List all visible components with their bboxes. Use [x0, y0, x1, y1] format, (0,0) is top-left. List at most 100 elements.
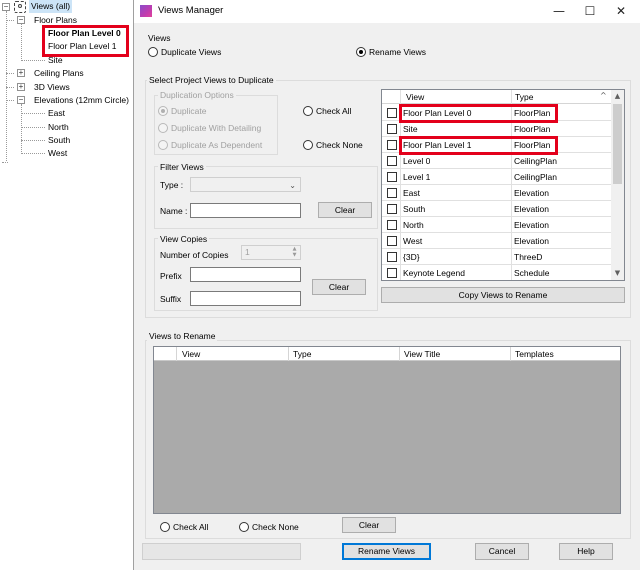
progress-bar: [142, 543, 301, 560]
tree-guide: [21, 104, 22, 154]
expand-icon[interactable]: +: [17, 83, 25, 91]
row-checkbox[interactable]: [387, 188, 397, 198]
type-dropdown[interactable]: ⌄: [190, 177, 301, 192]
table-row[interactable]: East Elevation: [382, 185, 611, 201]
rename-check-none-label[interactable]: Check None: [252, 522, 299, 532]
sort-ascending-icon: ^: [600, 91, 607, 100]
check-none-label[interactable]: Check None: [316, 140, 363, 150]
table-row[interactable]: North Elevation: [382, 217, 611, 233]
check-none-radio[interactable]: [303, 140, 313, 150]
rename-header-type[interactable]: Type: [293, 349, 311, 359]
rename-views-label[interactable]: Rename Views: [369, 47, 426, 57]
scroll-up-icon[interactable]: ▲: [611, 90, 624, 103]
collapse-icon[interactable]: −: [17, 16, 25, 24]
row-checkbox[interactable]: [387, 108, 397, 118]
suffix-label: Suffix: [160, 294, 182, 304]
copies-clear-button[interactable]: Clear: [312, 279, 366, 295]
tree-item-south[interactable]: South: [48, 134, 70, 147]
row-checkbox[interactable]: [387, 172, 397, 182]
tree-item-west[interactable]: West: [48, 147, 67, 160]
views-group-label: Views: [148, 33, 171, 43]
expand-icon[interactable]: +: [17, 69, 25, 77]
row-view: {3D}: [403, 252, 420, 262]
rename-views-radio[interactable]: [356, 47, 366, 57]
grid-scrollbar[interactable]: ▲ ▼: [611, 90, 624, 280]
grid-header: View Type ^: [382, 90, 611, 280]
row-checkbox[interactable]: [387, 236, 397, 246]
rename-clear-button[interactable]: Clear: [342, 517, 396, 533]
tree-3d-views[interactable]: 3D Views: [34, 81, 70, 94]
scroll-down-icon[interactable]: ▼: [611, 267, 624, 280]
rename-check-all-label[interactable]: Check All: [173, 522, 208, 532]
copy-views-to-rename-button[interactable]: Copy Views to Rename: [381, 287, 625, 303]
check-all-label[interactable]: Check All: [316, 106, 351, 116]
cancel-button[interactable]: Cancel: [475, 543, 529, 560]
rename-check-none-radio[interactable]: [239, 522, 249, 532]
row-checkbox[interactable]: [387, 252, 397, 262]
prefix-input[interactable]: [190, 267, 301, 282]
row-checkbox[interactable]: [387, 124, 397, 134]
rename-header-view-title[interactable]: View Title: [404, 349, 440, 359]
table-row[interactable]: {3D} ThreeD: [382, 249, 611, 265]
grid-header-type[interactable]: Type: [515, 92, 533, 102]
project-browser-tree: − Views (all) − Floor Plans Floor Plan L…: [0, 0, 134, 570]
duplicate-option-label[interactable]: Duplicate: [171, 106, 206, 116]
app-icon: [140, 5, 152, 17]
check-all-radio[interactable]: [303, 106, 313, 116]
row-type: Elevation: [514, 236, 549, 246]
row-checkbox[interactable]: [387, 268, 397, 278]
table-row[interactable]: Site FloorPlan: [382, 121, 611, 137]
collapse-icon[interactable]: −: [2, 3, 10, 11]
row-type: Elevation: [514, 188, 549, 198]
row-checkbox[interactable]: [387, 140, 397, 150]
tree-item-north[interactable]: North: [48, 121, 69, 134]
minimize-icon[interactable]: —: [544, 0, 574, 23]
row-checkbox[interactable]: [387, 204, 397, 214]
number-of-copies-label: Number of Copies: [160, 250, 229, 260]
duplicate-radio[interactable]: [158, 106, 168, 116]
number-of-copies-input[interactable]: 1 ▲ ▼: [241, 245, 301, 260]
tree-root-views-all[interactable]: Views (all): [29, 0, 73, 13]
table-row[interactable]: Level 0 CeilingPlan: [382, 153, 611, 169]
title-bar[interactable]: Views Manager — ☐ ✕: [134, 0, 640, 23]
row-checkbox[interactable]: [387, 220, 397, 230]
views-manager-dialog: Views Manager — ☐ ✕ Views Duplicate View…: [134, 0, 640, 570]
grid-header-view[interactable]: View: [406, 92, 424, 102]
duplicate-as-dependent-radio[interactable]: [158, 140, 168, 150]
table-row[interactable]: Keynote Legend Schedule: [382, 265, 611, 280]
type-label: Type :: [160, 180, 184, 190]
help-button[interactable]: Help: [559, 543, 613, 560]
tree-guide: [6, 100, 14, 101]
tree-item-east[interactable]: East: [48, 107, 65, 120]
row-checkbox[interactable]: [387, 156, 397, 166]
filter-clear-button[interactable]: Clear: [318, 202, 372, 218]
rename-header-view[interactable]: View: [182, 349, 200, 359]
name-input[interactable]: [190, 203, 301, 218]
duplicate-with-detailing-radio[interactable]: [158, 123, 168, 133]
highlight-box: [399, 136, 558, 155]
row-view: Level 1: [403, 172, 431, 182]
highlight-box: [42, 25, 129, 57]
close-icon[interactable]: ✕: [606, 0, 636, 23]
suffix-input[interactable]: [190, 291, 301, 306]
collapse-icon[interactable]: −: [17, 96, 25, 104]
header-divider: [176, 347, 177, 361]
rename-views-button[interactable]: Rename Views: [342, 543, 431, 560]
tree-ceiling-plans[interactable]: Ceiling Plans: [34, 67, 84, 80]
rename-check-all-radio[interactable]: [160, 522, 170, 532]
row-view: East: [403, 188, 421, 198]
number-of-copies-value: 1: [245, 247, 250, 257]
duplicate-as-dependent-label[interactable]: Duplicate As Dependent: [171, 140, 262, 150]
header-divider: [399, 347, 400, 361]
tree-elevations[interactable]: Elevations (12mm Circle): [34, 94, 129, 107]
maximize-icon[interactable]: ☐: [575, 0, 605, 23]
duplicate-views-radio[interactable]: [148, 47, 158, 57]
table-row[interactable]: South Elevation: [382, 201, 611, 217]
duplicate-views-label[interactable]: Duplicate Views: [161, 47, 221, 57]
spinner-icon[interactable]: ▲ ▼: [290, 246, 299, 259]
rename-header-templates[interactable]: Templates: [515, 349, 554, 359]
duplicate-with-detailing-label[interactable]: Duplicate With Detailing: [171, 123, 261, 133]
table-row[interactable]: Level 1 CeilingPlan: [382, 169, 611, 185]
scroll-thumb[interactable]: [613, 104, 622, 184]
table-row[interactable]: West Elevation: [382, 233, 611, 249]
